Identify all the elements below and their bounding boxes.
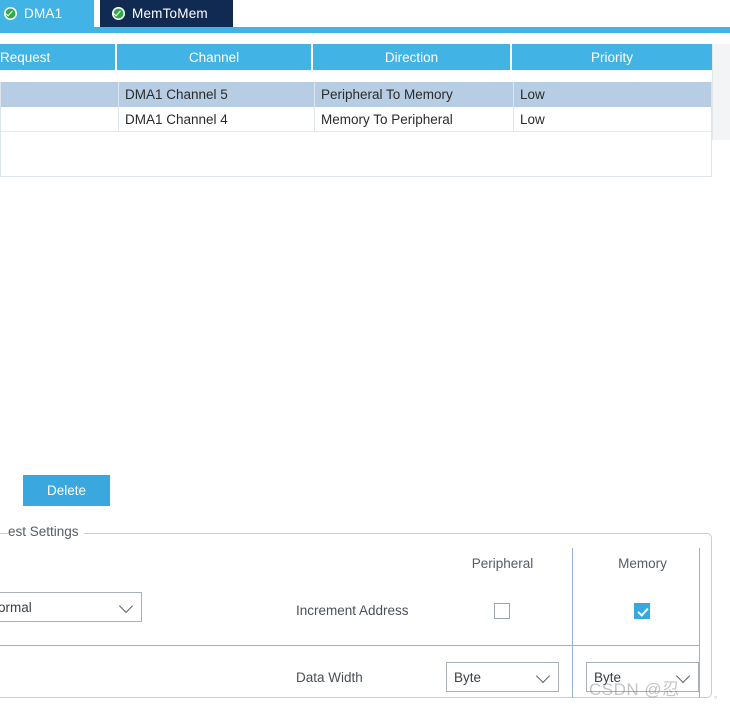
data-width-label: Data Width bbox=[296, 670, 363, 685]
dma-configuration-panel: DMA1 MemToMem Request Channel Direction … bbox=[0, 0, 730, 705]
cell-request bbox=[0, 107, 118, 132]
tab-dma1-label: DMA1 bbox=[24, 6, 63, 21]
tab-underline bbox=[0, 27, 730, 33]
column-header-priority[interactable]: Priority bbox=[512, 44, 712, 70]
request-settings-legend: est Settings bbox=[8, 524, 84, 539]
horizontal-divider bbox=[0, 645, 700, 646]
increment-address-memory-checkbox[interactable] bbox=[634, 603, 650, 619]
data-width-peripheral-select[interactable]: Byte bbox=[446, 662, 559, 692]
data-width-memory-select[interactable]: Byte bbox=[586, 662, 699, 692]
table-row[interactable]: DMA1 Channel 5 Peripheral To Memory Low bbox=[1, 82, 711, 107]
column-header-memory: Memory bbox=[618, 556, 667, 571]
cell-priority: Low bbox=[513, 107, 713, 132]
column-header-channel[interactable]: Channel bbox=[117, 44, 313, 70]
tab-dma1[interactable]: DMA1 bbox=[0, 0, 94, 27]
cell-direction: Peripheral To Memory bbox=[314, 82, 513, 107]
cell-priority: Low bbox=[513, 82, 713, 107]
table-row[interactable]: DMA1 Channel 4 Memory To Peripheral Low bbox=[1, 107, 711, 132]
tab-memtomem[interactable]: MemToMem bbox=[100, 0, 233, 27]
cell-channel: DMA1 Channel 5 bbox=[118, 82, 314, 107]
column-header-request[interactable]: Request bbox=[0, 44, 117, 70]
table-scrollbar-gutter[interactable] bbox=[712, 44, 730, 140]
table-header-row: Request Channel Direction Priority bbox=[0, 44, 712, 70]
vertical-divider bbox=[572, 548, 573, 698]
data-width-peripheral-value: Byte bbox=[454, 669, 482, 685]
chevron-down-icon bbox=[675, 668, 691, 684]
csdn-watermark-dot: 。 bbox=[714, 690, 724, 700]
vertical-divider bbox=[699, 548, 700, 698]
chevron-down-icon bbox=[118, 598, 134, 614]
dma-request-table: Request Channel Direction Priority DMA1 … bbox=[0, 44, 712, 177]
mode-select-value: ormal bbox=[0, 599, 32, 615]
check-circle-icon bbox=[4, 7, 17, 20]
column-header-direction[interactable]: Direction bbox=[313, 44, 512, 70]
tab-bar: DMA1 MemToMem bbox=[0, 0, 730, 27]
increment-address-peripheral-checkbox[interactable] bbox=[494, 603, 510, 619]
check-circle-icon bbox=[112, 7, 125, 20]
increment-address-label: Increment Address bbox=[296, 603, 409, 618]
cell-direction: Memory To Peripheral bbox=[314, 107, 513, 132]
delete-button[interactable]: Delete bbox=[23, 475, 110, 506]
column-header-peripheral: Peripheral bbox=[471, 556, 534, 571]
cell-request bbox=[0, 82, 118, 107]
mode-select[interactable]: ormal bbox=[0, 592, 142, 622]
cell-channel: DMA1 Channel 4 bbox=[118, 107, 314, 132]
data-width-memory-value: Byte bbox=[594, 669, 622, 685]
chevron-down-icon bbox=[535, 668, 551, 684]
tab-memtomem-label: MemToMem bbox=[132, 6, 208, 21]
table-body: DMA1 Channel 5 Peripheral To Memory Low … bbox=[0, 82, 712, 177]
